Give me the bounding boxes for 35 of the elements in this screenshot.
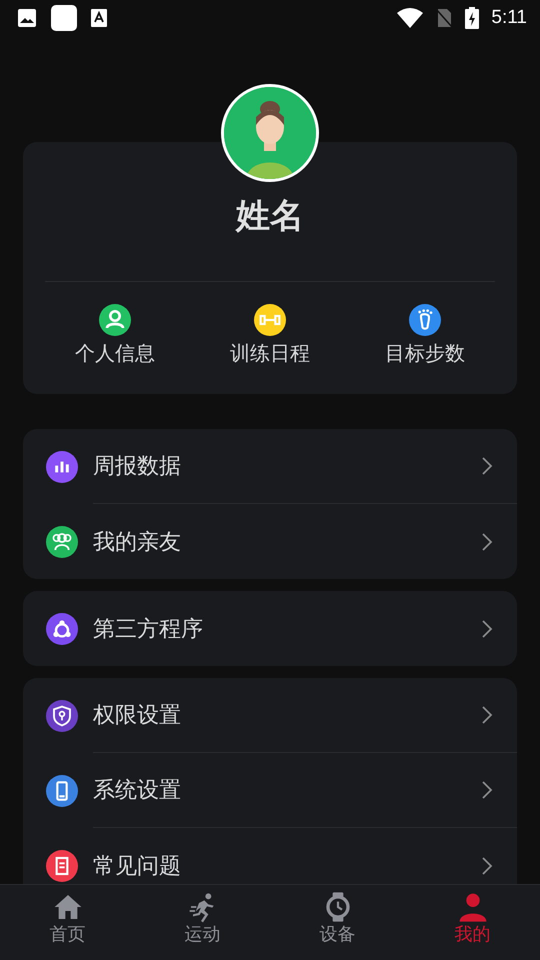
foot-icon: [409, 304, 441, 336]
menu-item[interactable]: 权限设置: [93, 700, 481, 730]
doc-icon: [46, 850, 78, 882]
tab[interactable]: 运动: [135, 885, 270, 960]
clock: 5:11: [491, 7, 527, 29]
chevron-icon: [481, 705, 493, 725]
shortcut-button[interactable]: 训练日程: [200, 304, 340, 368]
user-icon: [456, 891, 488, 923]
shield-icon: [46, 700, 78, 732]
menu-item[interactable]: 周报数据: [93, 451, 481, 481]
tab[interactable]: 设备: [270, 885, 405, 960]
chart-icon: [46, 450, 78, 482]
chevron-icon: [481, 856, 493, 876]
user-name: 姓名: [236, 195, 304, 238]
tab[interactable]: 首页: [0, 885, 135, 960]
menu-item[interactable]: 常见问题: [93, 850, 481, 880]
people-icon: [46, 526, 78, 558]
battery-charging-icon: [465, 7, 480, 29]
menu-item[interactable]: 系统设置: [93, 775, 481, 805]
dumbbell-icon: [254, 304, 286, 336]
image-icon: [17, 8, 37, 28]
nodes-icon: [46, 612, 78, 644]
font-icon: [91, 9, 107, 27]
chevron-icon: [481, 532, 493, 552]
menu-item[interactable]: 我的亲友: [93, 526, 481, 556]
wifi-icon: [397, 8, 424, 28]
chevron-icon: [481, 456, 493, 476]
person-icon: [99, 304, 131, 336]
no-sim-icon: [435, 8, 454, 28]
shortcut-button[interactable]: 目标步数: [355, 304, 495, 368]
chevron-icon: [481, 780, 493, 800]
square-icon: [51, 5, 77, 31]
phone-icon: [46, 774, 78, 806]
shortcut-button[interactable]: 个人信息: [45, 304, 185, 368]
chevron-icon: [481, 618, 493, 638]
